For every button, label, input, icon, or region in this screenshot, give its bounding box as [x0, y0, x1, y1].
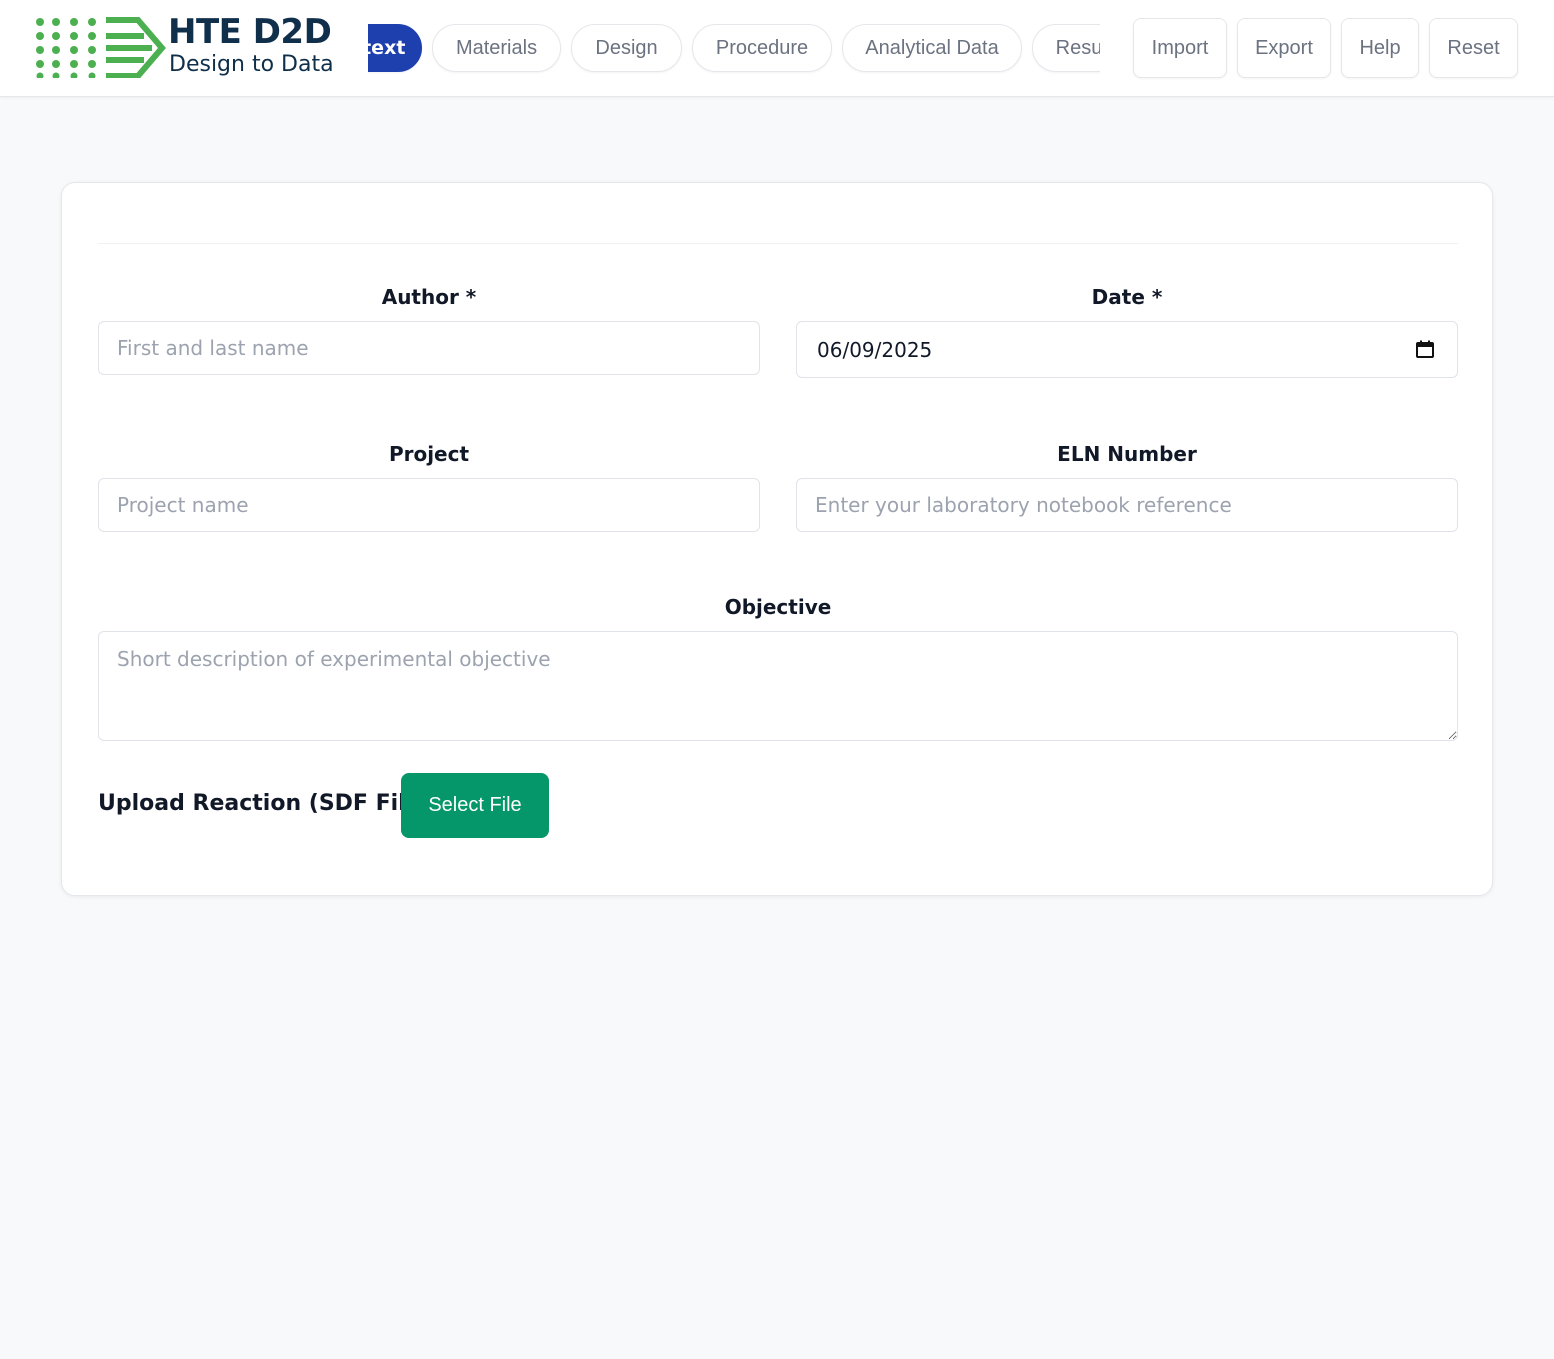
tab-context[interactable]: Context	[368, 24, 422, 72]
card-divider	[98, 243, 1458, 244]
reset-button[interactable]: Reset	[1429, 18, 1518, 78]
eln-number-input[interactable]	[796, 478, 1458, 532]
export-button[interactable]: Export	[1237, 18, 1331, 78]
section-tabs[interactable]: Context Materials Design Procedure Analy…	[368, 18, 1100, 80]
objective-label: Objective	[724, 595, 832, 619]
author-label: Author *	[381, 285, 477, 309]
upload-reaction-label: Upload Reaction (SDF File)	[98, 791, 431, 816]
tab-procedure[interactable]: Procedure	[692, 24, 832, 72]
import-button[interactable]: Import	[1133, 18, 1227, 78]
help-button[interactable]: Help	[1341, 18, 1419, 78]
objective-textarea[interactable]	[98, 631, 1458, 741]
app-subtitle: Design to Data	[169, 52, 334, 77]
select-file-button[interactable]: Select File	[401, 773, 549, 838]
hte-d2d-logo-icon	[36, 17, 166, 78]
calendar-icon[interactable]	[1415, 339, 1435, 359]
context-form-card: Author * Date * 06/09/2025 Project ELN N…	[61, 182, 1493, 896]
tab-analytical-data[interactable]: Analytical Data	[842, 24, 1022, 72]
project-label: Project	[388, 442, 470, 466]
project-input[interactable]	[98, 478, 760, 532]
date-value: 06/09/2025	[817, 338, 933, 362]
app-title: HTE D2D	[168, 12, 332, 52]
tab-materials[interactable]: Materials	[432, 24, 561, 72]
eln-number-label: ELN Number	[1057, 442, 1197, 466]
top-header: HTE D2D Design to Data Context Materials…	[0, 0, 1554, 97]
tab-design[interactable]: Design	[571, 24, 682, 72]
date-input[interactable]: 06/09/2025	[796, 321, 1458, 378]
header-actions: Import Export Help Reset	[1133, 18, 1518, 78]
author-input[interactable]	[98, 321, 760, 375]
tab-results[interactable]: Results	[1032, 24, 1100, 72]
date-label: Date *	[1091, 285, 1163, 309]
app-logo[interactable]: HTE D2D Design to Data	[34, 14, 334, 80]
